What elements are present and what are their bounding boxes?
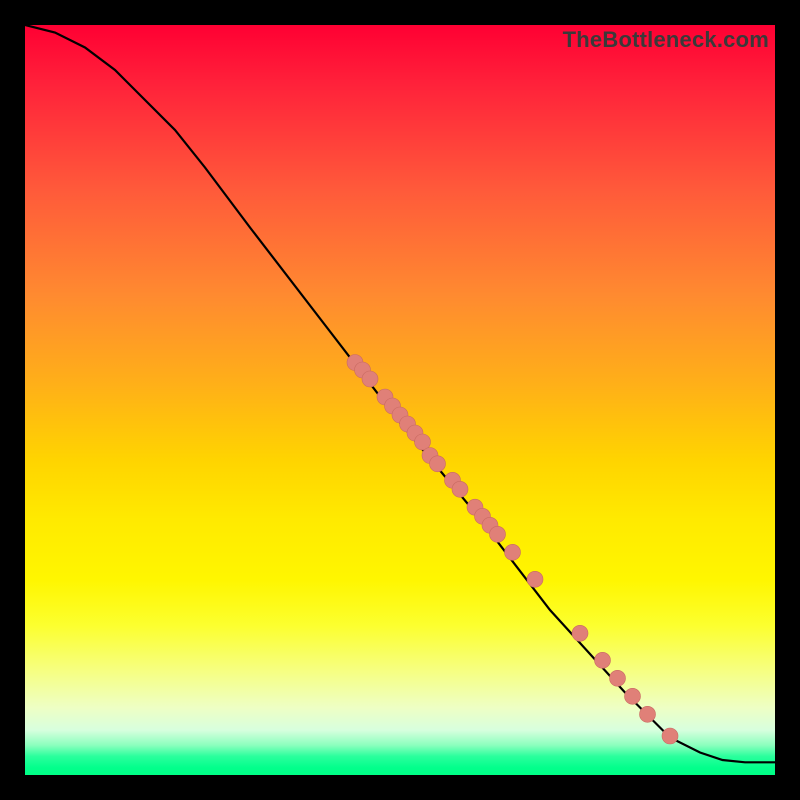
sample-point: [415, 434, 431, 450]
sample-point: [467, 499, 483, 515]
sample-point: [505, 544, 521, 560]
sample-point: [400, 416, 416, 432]
curve-layer: [25, 25, 775, 775]
sample-point: [377, 389, 393, 405]
sample-point: [355, 362, 371, 378]
sample-point: [490, 526, 506, 542]
sample-point: [422, 448, 438, 464]
plot-area: TheBottleneck.com: [25, 25, 775, 775]
sample-point: [662, 728, 678, 744]
sample-point: [482, 517, 498, 533]
sample-point: [527, 571, 543, 587]
sample-points: [347, 355, 678, 745]
sample-point: [595, 652, 611, 668]
sample-point: [407, 425, 423, 441]
sample-point: [572, 625, 588, 641]
sample-point: [445, 472, 461, 488]
sample-point: [452, 481, 468, 497]
sample-point: [640, 706, 656, 722]
watermark-text: TheBottleneck.com: [563, 27, 769, 53]
bottleneck-curve: [25, 25, 775, 762]
sample-point: [347, 355, 363, 371]
sample-point: [430, 456, 446, 472]
sample-point: [392, 407, 408, 423]
sample-point: [610, 670, 626, 686]
sample-point: [625, 688, 641, 704]
chart-stage: TheBottleneck.com: [0, 0, 800, 800]
sample-point: [475, 508, 491, 524]
sample-point: [362, 371, 378, 387]
sample-point: [385, 398, 401, 414]
